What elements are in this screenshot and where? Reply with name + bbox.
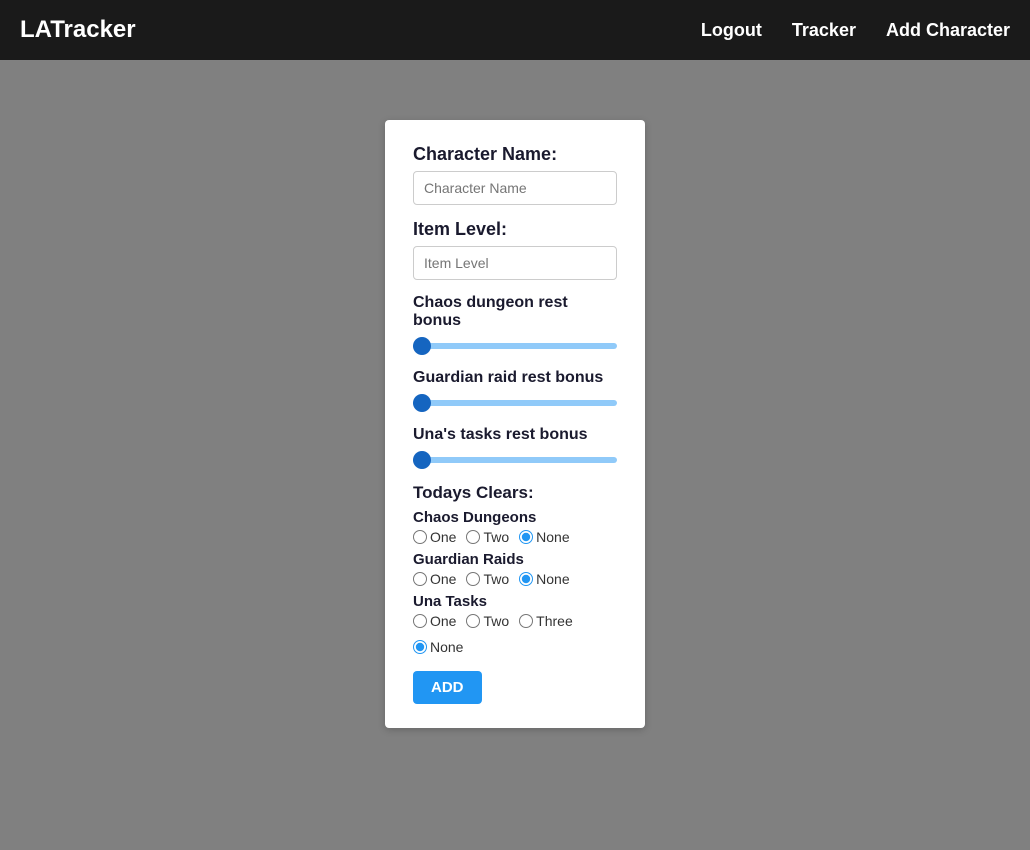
- logout-link[interactable]: Logout: [701, 20, 762, 41]
- una-tasks-radio-group: One Two Three None: [413, 613, 617, 655]
- guardian-raid-label: Guardian raid rest bonus: [413, 369, 617, 387]
- item-level-input[interactable]: [413, 246, 617, 280]
- guardian-raids-two-option[interactable]: Two: [466, 571, 509, 587]
- guardian-raids-none-option[interactable]: None: [519, 571, 569, 587]
- guardian-raids-two-radio[interactable]: [466, 572, 480, 586]
- una-tasks-none-label: None: [430, 639, 463, 655]
- character-name-input[interactable]: [413, 171, 617, 205]
- una-tasks-three-label: Three: [536, 613, 573, 629]
- una-tasks-none-option[interactable]: None: [413, 639, 463, 655]
- una-tasks-one-option[interactable]: One: [413, 613, 456, 629]
- guardian-raid-slider-section: Guardian raid rest bonus: [413, 369, 617, 416]
- chaos-dungeon-slider-section: Chaos dungeon rest bonus: [413, 294, 617, 359]
- guardian-raids-one-label: One: [430, 571, 456, 587]
- guardian-raids-none-label: None: [536, 571, 569, 587]
- navbar-brand: LATracker: [20, 16, 136, 44]
- una-tasks-two-radio[interactable]: [466, 614, 480, 628]
- character-name-label: Character Name:: [413, 144, 617, 165]
- una-tasks-one-radio[interactable]: [413, 614, 427, 628]
- guardian-raids-one-radio[interactable]: [413, 572, 427, 586]
- clears-section: Todays Clears: Chaos Dungeons One Two: [413, 483, 617, 655]
- una-tasks-group: Una Tasks One Two Three: [413, 593, 617, 655]
- unas-tasks-label: Una's tasks rest bonus: [413, 426, 617, 444]
- chaos-dungeons-none-option[interactable]: None: [519, 529, 569, 545]
- chaos-dungeon-label: Chaos dungeon rest bonus: [413, 294, 617, 330]
- chaos-dungeon-slider[interactable]: [413, 343, 617, 349]
- guardian-raids-two-label: Two: [483, 571, 509, 587]
- chaos-dungeons-one-label: One: [430, 529, 456, 545]
- main-content: Character Name: Item Level: Chaos dungeo…: [0, 60, 1030, 850]
- chaos-dungeons-one-option[interactable]: One: [413, 529, 456, 545]
- guardian-raids-one-option[interactable]: One: [413, 571, 456, 587]
- item-level-label: Item Level:: [413, 219, 617, 240]
- una-tasks-two-option[interactable]: Two: [466, 613, 509, 629]
- chaos-dungeons-group: Chaos Dungeons One Two None: [413, 509, 617, 545]
- una-tasks-three-radio[interactable]: [519, 614, 533, 628]
- chaos-dungeons-one-radio[interactable]: [413, 530, 427, 544]
- una-tasks-two-label: Two: [483, 613, 509, 629]
- form-card: Character Name: Item Level: Chaos dungeo…: [385, 120, 645, 728]
- unas-tasks-slider[interactable]: [413, 457, 617, 463]
- guardian-raids-label: Guardian Raids: [413, 551, 617, 568]
- chaos-dungeons-two-option[interactable]: Two: [466, 529, 509, 545]
- una-tasks-label: Una Tasks: [413, 593, 617, 610]
- navbar-links: Logout Tracker Add Character: [701, 20, 1010, 41]
- add-character-link[interactable]: Add Character: [886, 20, 1010, 41]
- guardian-raids-group: Guardian Raids One Two None: [413, 551, 617, 587]
- todays-clears-title: Todays Clears:: [413, 483, 617, 503]
- chaos-dungeons-none-label: None: [536, 529, 569, 545]
- guardian-raids-radio-group: One Two None: [413, 571, 617, 587]
- chaos-dungeons-label: Chaos Dungeons: [413, 509, 617, 526]
- navbar: LATracker Logout Tracker Add Character: [0, 0, 1030, 60]
- chaos-dungeons-radio-group: One Two None: [413, 529, 617, 545]
- tracker-link[interactable]: Tracker: [792, 20, 856, 41]
- chaos-dungeons-none-radio[interactable]: [519, 530, 533, 544]
- chaos-dungeons-two-radio[interactable]: [466, 530, 480, 544]
- una-tasks-none-radio[interactable]: [413, 640, 427, 654]
- chaos-dungeons-two-label: Two: [483, 529, 509, 545]
- una-tasks-three-option[interactable]: Three: [519, 613, 573, 629]
- guardian-raids-none-radio[interactable]: [519, 572, 533, 586]
- unas-tasks-slider-section: Una's tasks rest bonus: [413, 426, 617, 473]
- add-button[interactable]: ADD: [413, 671, 482, 704]
- guardian-raid-slider[interactable]: [413, 400, 617, 406]
- una-tasks-one-label: One: [430, 613, 456, 629]
